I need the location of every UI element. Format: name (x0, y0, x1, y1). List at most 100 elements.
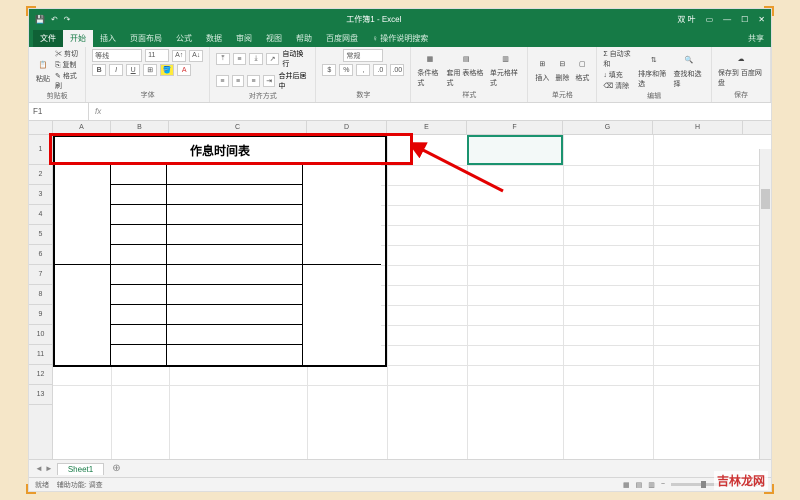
conditional-format-button[interactable]: ▦条件格式 (417, 51, 442, 88)
ribbon-display-icon[interactable]: ▭ (706, 15, 714, 24)
minimize-icon[interactable]: — (723, 15, 731, 24)
table-cell[interactable] (111, 205, 166, 225)
select-all-button[interactable] (29, 121, 53, 134)
table-cell[interactable] (111, 305, 166, 325)
vertical-scrollbar[interactable] (759, 149, 771, 459)
tab-formulas[interactable]: 公式 (169, 30, 199, 47)
table-cell[interactable] (111, 165, 166, 185)
normal-view-icon[interactable]: ▦ (623, 481, 630, 489)
next-sheet-icon[interactable]: ► (45, 464, 53, 473)
autosum-button[interactable]: Σ 自动求和 (603, 49, 634, 69)
sort-filter-button[interactable]: ⇅排序和筛选 (638, 52, 669, 89)
status-accessibility[interactable]: 辅助功能: 调查 (57, 482, 103, 489)
table-cell[interactable] (111, 225, 166, 245)
user-name[interactable]: 双 叶 (677, 14, 695, 25)
col-header[interactable]: A (53, 121, 111, 134)
underline-button[interactable]: U (126, 64, 140, 76)
delete-cells-button[interactable]: ⊟删除 (554, 56, 570, 83)
table-cell[interactable] (55, 165, 110, 265)
table-cell[interactable] (111, 265, 166, 285)
undo-icon[interactable]: ↶ (51, 15, 58, 24)
table-cell[interactable] (111, 325, 166, 345)
col-header[interactable]: C (169, 121, 307, 134)
tab-home[interactable]: 开始 (63, 30, 93, 47)
col-header[interactable]: E (387, 121, 467, 134)
font-size-select[interactable]: 11 (145, 49, 169, 62)
fill-color-button[interactable]: 🪣 (160, 64, 174, 76)
fill-button[interactable]: ↓ 填充 (603, 70, 634, 80)
table-cell[interactable] (111, 285, 166, 305)
row-header[interactable]: 11 (29, 345, 52, 365)
tab-baidu[interactable]: 百度网盘 (319, 30, 365, 47)
close-icon[interactable]: ✕ (758, 15, 765, 24)
currency-button[interactable]: $ (322, 64, 336, 76)
row-header[interactable]: 9 (29, 305, 52, 325)
row-header[interactable]: 13 (29, 385, 52, 405)
page-layout-view-icon[interactable]: ▤ (636, 481, 643, 489)
table-cell[interactable] (167, 265, 302, 285)
table-cell[interactable] (111, 185, 166, 205)
percent-button[interactable]: % (339, 64, 353, 76)
merge-center-button[interactable]: 合并后居中 (278, 71, 309, 91)
italic-button[interactable]: I (109, 64, 123, 76)
tab-page-layout[interactable]: 页面布局 (123, 30, 169, 47)
table-cell[interactable] (55, 265, 110, 365)
col-header[interactable]: G (563, 121, 653, 134)
copy-button[interactable]: ⎘ 复制 (55, 60, 79, 70)
paste-button[interactable]: 📋 粘贴 (35, 57, 51, 84)
align-right-button[interactable]: ≡ (247, 75, 260, 87)
col-header[interactable]: B (111, 121, 169, 134)
tab-data[interactable]: 数据 (199, 30, 229, 47)
row-header[interactable]: 10 (29, 325, 52, 345)
format-table-button[interactable]: ▤套用 表格格式 (446, 51, 485, 88)
sheet-tab[interactable]: Sheet1 (57, 463, 104, 475)
row-header[interactable]: 7 (29, 265, 52, 285)
font-name-select[interactable]: 等线 (92, 49, 142, 62)
merged-title-cell[interactable]: 作息时间表 (55, 137, 385, 165)
align-bottom-button[interactable]: ⤓ (249, 53, 263, 65)
wrap-text-button[interactable]: 自动换行 (282, 49, 309, 69)
increase-font-button[interactable]: A↑ (172, 50, 186, 62)
insert-cells-button[interactable]: ⊞插入 (534, 56, 550, 83)
maximize-icon[interactable]: ☐ (741, 15, 748, 24)
table-cell[interactable] (111, 245, 166, 265)
font-color-button[interactable]: A (177, 64, 191, 76)
cell-styles-button[interactable]: ▥单元格样式 (490, 51, 521, 88)
decrease-font-button[interactable]: A↓ (189, 50, 203, 62)
align-center-button[interactable]: ≡ (232, 75, 245, 87)
scrollbar-thumb[interactable] (761, 189, 770, 209)
tab-help[interactable]: 帮助 (289, 30, 319, 47)
decrease-decimal-button[interactable]: .00 (390, 64, 404, 76)
grid-body[interactable]: 作息时间表 (53, 135, 771, 459)
prev-sheet-icon[interactable]: ◄ (35, 464, 43, 473)
indent-button[interactable]: ⇥ (263, 75, 276, 87)
row-header[interactable]: 5 (29, 225, 52, 245)
table-cell[interactable] (167, 225, 302, 245)
tab-review[interactable]: 审阅 (229, 30, 259, 47)
format-painter-button[interactable]: ✎ 格式刷 (55, 71, 79, 91)
formula-input[interactable] (107, 103, 771, 120)
row-header[interactable]: 6 (29, 245, 52, 265)
clear-button[interactable]: ⌫ 清除 (603, 81, 634, 91)
table-cell[interactable] (167, 185, 302, 205)
cut-button[interactable]: ✂ 剪切 (55, 49, 79, 59)
col-header[interactable]: H (653, 121, 743, 134)
table-cell[interactable] (111, 345, 166, 365)
border-button[interactable]: ⊞ (143, 64, 157, 76)
bold-button[interactable]: B (92, 64, 106, 76)
name-box[interactable]: F1 (29, 103, 89, 120)
row-header[interactable]: 12 (29, 365, 52, 385)
table-cell[interactable] (167, 345, 302, 365)
table-cell[interactable] (167, 245, 302, 265)
sheet-nav[interactable]: ◄► (35, 464, 53, 473)
table-cell[interactable] (167, 325, 302, 345)
find-select-button[interactable]: 🔍查找和选择 (674, 52, 705, 89)
row-header[interactable]: 8 (29, 285, 52, 305)
fx-icon[interactable]: fx (89, 107, 107, 116)
share-button[interactable]: 共享 (741, 30, 771, 47)
row-header[interactable]: 1 (29, 135, 52, 165)
page-break-view-icon[interactable]: ▥ (648, 481, 655, 489)
align-middle-button[interactable]: ≡ (233, 53, 247, 65)
col-header[interactable]: D (307, 121, 387, 134)
table-cell[interactable] (167, 285, 302, 305)
